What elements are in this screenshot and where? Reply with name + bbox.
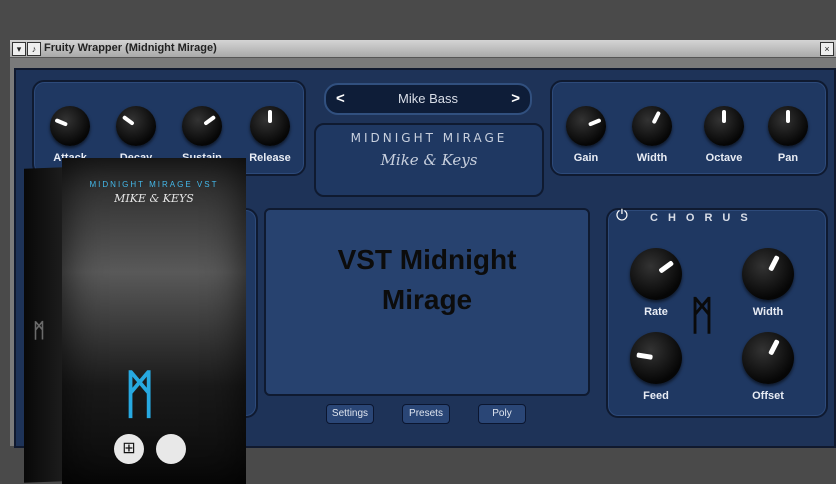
sustain-knob[interactable] (182, 106, 222, 146)
plugin-icon[interactable]: ♪ (27, 42, 41, 56)
product-box-side: ᛗ (24, 167, 64, 483)
brand-logo: MIDNIGHT MIRAGE Mike & Keys (314, 123, 544, 197)
chorus-rate-label: Rate (644, 306, 668, 318)
chorus-offset-label: Offset (752, 390, 784, 402)
apple-icon (156, 434, 186, 464)
amp-gain-indicator (588, 118, 602, 127)
amp-gain-label: Gain (573, 152, 599, 164)
amp-octave-indicator (722, 110, 726, 123)
chorus-width-knob[interactable] (742, 248, 794, 300)
attack-indicator (54, 118, 68, 127)
preset-name: Mike Bass (398, 91, 458, 106)
chorus-power-icon[interactable]: ⏻ (616, 208, 632, 224)
amp-width-knob[interactable] (632, 106, 672, 146)
box-subtitle: MIKE & KEYS (114, 192, 194, 205)
amp-pan-label: Pan (777, 152, 799, 164)
chorus-width-label: Width (752, 306, 784, 318)
chorus-offset-knob[interactable] (742, 332, 794, 384)
preset-prev-button[interactable]: < (336, 85, 345, 113)
display-line1: VST Midnight (337, 244, 517, 275)
product-box-front: MIDNIGHT MIRAGE VST MIKE & KEYS ᛗ ⊞ (62, 158, 246, 484)
product-box: ᛗ MIDNIGHT MIRAGE VST MIKE & KEYS ᛗ ⊞ (24, 158, 246, 484)
chorus-feed-knob[interactable] (630, 332, 682, 384)
title-bar: ▾ ♪ Fruity Wrapper (Midnight Mirage) × (10, 40, 836, 58)
box-logo-icon: ᛗ (124, 364, 156, 425)
settings-button[interactable]: Settings (326, 404, 374, 424)
brand-line2: Mike & Keys (380, 151, 478, 169)
close-icon[interactable]: × (820, 42, 834, 56)
poly-button[interactable]: Poly (478, 404, 526, 424)
window-title: Fruity Wrapper (Midnight Mirage) (44, 42, 217, 54)
side-logo-icon: ᛗ (33, 317, 45, 343)
windows-icon: ⊞ (114, 434, 144, 464)
brand-line1: MIDNIGHT MIRAGE (350, 131, 508, 145)
amp-pan-knob[interactable] (768, 106, 808, 146)
preset-next-button[interactable]: > (511, 85, 520, 113)
amp-octave-label: Octave (705, 152, 743, 164)
decay-indicator (121, 114, 135, 126)
chorus-rate-knob[interactable] (630, 248, 682, 300)
release-indicator (268, 110, 272, 123)
main-display: VST Midnight Mirage (264, 208, 590, 396)
menu-arrow-icon[interactable]: ▾ (12, 42, 26, 56)
preset-selector[interactable]: < Mike Bass > (324, 83, 532, 115)
amp-octave-knob[interactable] (704, 106, 744, 146)
chorus-title: CHORUS (650, 212, 758, 224)
attack-knob[interactable] (50, 106, 90, 146)
chorus-feed-indicator (636, 352, 653, 360)
amp-width-indicator (651, 110, 662, 125)
chorus-rate-indicator (658, 260, 675, 274)
display-line2: Mirage (381, 284, 473, 315)
chorus-feed-label: Feed (643, 390, 669, 402)
box-title: MIDNIGHT MIRAGE VST (89, 180, 219, 189)
amp-gain-knob[interactable] (566, 106, 606, 146)
amp-width-label: Width (636, 152, 668, 164)
presets-button[interactable]: Presets (402, 404, 450, 424)
chorus-offset-indicator (768, 339, 780, 356)
chorus-logo-icon: ᛗ (690, 292, 714, 339)
amp-pan-indicator (786, 110, 790, 123)
release-knob[interactable] (250, 106, 290, 146)
sustain-indicator (203, 114, 217, 126)
decay-knob[interactable] (116, 106, 156, 146)
chorus-width-indicator (768, 255, 780, 272)
